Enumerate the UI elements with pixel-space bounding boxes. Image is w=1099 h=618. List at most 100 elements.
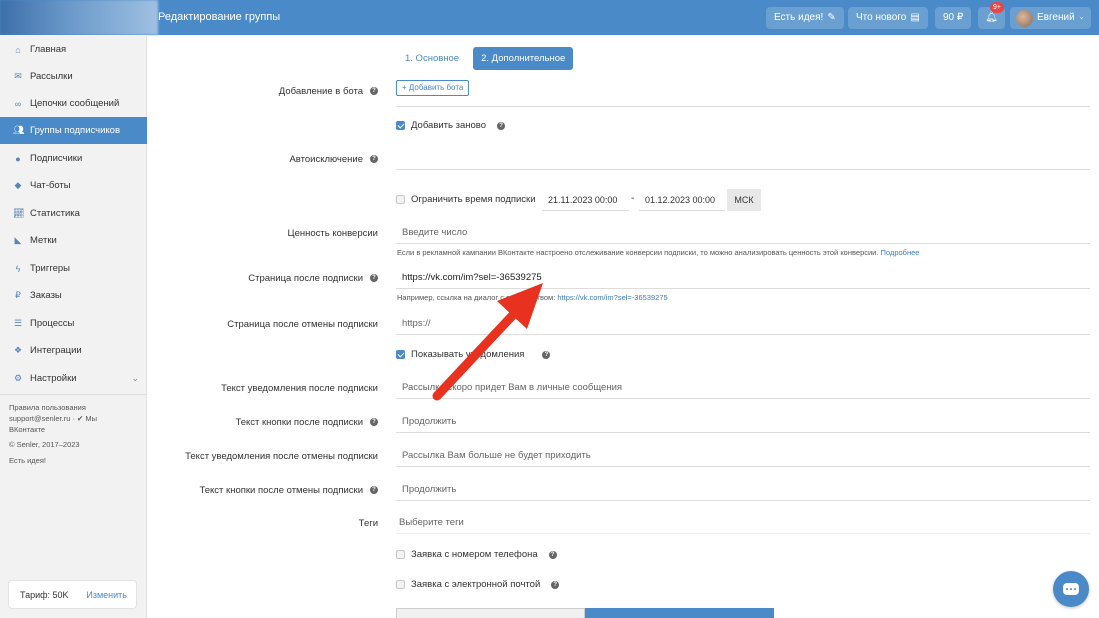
- sidebar-item-label: Интеграции: [30, 345, 82, 356]
- sub-notif-text-label: Текст уведомления после подписки: [221, 383, 378, 394]
- ruble-icon: ₽: [15, 290, 21, 300]
- cubes-icon: ❖: [13, 345, 23, 355]
- balance-button[interactable]: 90 ₽: [935, 7, 972, 29]
- bolt-icon: ϟ: [15, 263, 21, 274]
- idea-button[interactable]: Есть идея! ✎: [766, 7, 844, 29]
- chat-icon: [1063, 583, 1079, 595]
- label-text: Текст кнопки после отмены подписки: [199, 485, 363, 496]
- whats-new-label: Что нового: [856, 12, 907, 23]
- cancel-button[interactable]: [396, 608, 585, 618]
- show-notifications-checkbox[interactable]: [396, 350, 405, 359]
- sidebar-item-label: Цепочки сообщений: [30, 98, 120, 109]
- tab-basic[interactable]: 1. Основное: [397, 47, 467, 70]
- balance-label: 90 ₽: [943, 12, 964, 23]
- sidebar-divider: [0, 394, 147, 395]
- conversion-hint: Если в рекламной кампании ВКонтакте наст…: [397, 248, 919, 257]
- label-text: Страница после подписки: [248, 273, 363, 284]
- whats-new-button[interactable]: Что нового ▤: [848, 7, 928, 29]
- sidebar-item-statistics[interactable]: 📈︎ Статистика: [0, 200, 147, 227]
- sidebar-item-orders[interactable]: ₽ Заказы: [0, 282, 147, 309]
- conversion-more-link[interactable]: Подробнее: [881, 248, 920, 257]
- after-sub-page-hint: Например, ссылка на диалог с сообществом…: [397, 293, 668, 302]
- help-icon[interactable]: ?: [497, 121, 506, 130]
- logo[interactable]: [0, 0, 158, 35]
- show-notifications-label: Показывать уведомления: [411, 349, 525, 360]
- chart-icon: 📈︎: [13, 208, 25, 218]
- users-icon: 👥︎: [13, 125, 25, 135]
- save-button[interactable]: [585, 608, 774, 618]
- sidebar-item-label: Статистика: [30, 208, 80, 219]
- sub-button-text-label: Текст кнопки после подписки?: [0, 417, 378, 428]
- tags-select[interactable]: Выберите теги: [396, 511, 1090, 534]
- help-icon[interactable]: ?: [370, 486, 378, 495]
- after-sub-page-label: Страница после подписки?: [0, 273, 378, 284]
- tariff-label: Тариф: 50K: [20, 589, 69, 600]
- timezone-label[interactable]: МСК: [727, 189, 761, 211]
- phone-request-row[interactable]: Заявка с номером телефона ?: [396, 549, 557, 560]
- newspaper-icon: ▤: [910, 12, 920, 23]
- divider: [396, 106, 1090, 107]
- sidebar-item-home[interactable]: ⌂ Главная: [0, 36, 147, 63]
- notifications-button[interactable]: 🔔︎ 9+: [978, 2, 1005, 29]
- after-unsub-page-input[interactable]: https://: [396, 312, 1090, 335]
- after-sub-page-input[interactable]: https://vk.com/im?sel=-36539275: [396, 266, 1090, 289]
- after-sub-page-hint-text: Например, ссылка на диалог с сообществом…: [397, 293, 556, 302]
- help-icon[interactable]: ?: [542, 350, 551, 359]
- tariff-box: Тариф: 50K Изменить: [8, 580, 137, 609]
- user-menu[interactable]: Евгений ⌄: [1010, 7, 1091, 29]
- sidebar-item-label: Главная: [30, 44, 67, 55]
- link-icon: ∞: [14, 98, 22, 109]
- re-add-checkbox[interactable]: [396, 121, 405, 130]
- auto-exclude-label: Автоисключение?: [0, 154, 378, 165]
- label-text: Добавление в бота: [278, 86, 363, 97]
- help-icon[interactable]: ?: [370, 87, 378, 96]
- form-actions: [396, 608, 774, 618]
- unsub-button-text-label: Текст кнопки после отмены подписки?: [0, 485, 378, 496]
- sidebar-item-label: Заказы: [30, 290, 62, 301]
- conversion-input[interactable]: Введите число: [396, 221, 1090, 244]
- sidebar-item-label: Чат-боты: [30, 180, 71, 191]
- help-icon[interactable]: ?: [370, 274, 378, 283]
- sidebar-item-integrations[interactable]: ❖ Интеграции: [0, 337, 147, 364]
- help-icon[interactable]: ?: [370, 155, 378, 164]
- sub-notif-text-input[interactable]: Рассылка скоро придет Вам в личные сообщ…: [396, 376, 1090, 399]
- idea-label: Есть идея!: [774, 12, 824, 23]
- unsub-notif-text-input[interactable]: Рассылка Вам больше не будет приходить: [396, 444, 1090, 467]
- limit-time-checkbox[interactable]: [396, 195, 405, 204]
- label-text: Текст кнопки после подписки: [235, 417, 363, 428]
- terms-link[interactable]: Правила пользования: [9, 402, 86, 413]
- sub-button-text-input[interactable]: Продолжить: [396, 410, 1090, 433]
- chat-button[interactable]: [1053, 571, 1089, 607]
- help-icon[interactable]: ?: [551, 580, 560, 589]
- date-from-input[interactable]: 21.11.2023 00:00: [542, 189, 629, 211]
- help-icon[interactable]: ?: [370, 418, 378, 427]
- home-icon: ⌂: [15, 44, 21, 55]
- re-add-checkbox-row[interactable]: Добавить заново ?: [396, 120, 506, 131]
- sidebar-item-groups[interactable]: 👥︎ Группы подписчиков: [0, 117, 147, 144]
- sidebar-item-label: Рассылки: [30, 71, 73, 82]
- limit-time-checkbox-row[interactable]: Ограничить время подписки: [396, 194, 536, 205]
- date-separator: -: [631, 193, 635, 204]
- help-icon[interactable]: ?: [548, 550, 557, 559]
- email-request-row[interactable]: Заявка с электронной почтой ?: [396, 579, 560, 590]
- envelope-icon: ✉: [14, 71, 22, 81]
- sidebar-item-chatbots[interactable]: ◆ Чат-боты: [0, 172, 147, 199]
- label-text: Автоисключение: [289, 154, 363, 165]
- email-request-checkbox[interactable]: [396, 580, 405, 589]
- page-title: Редактирование группы: [158, 11, 281, 23]
- add-bot-button[interactable]: + Добавить бота: [396, 80, 470, 96]
- tariff-change-link[interactable]: Изменить: [86, 590, 127, 600]
- copyright: © Senler, 2017–2023: [9, 440, 80, 449]
- show-notifications-row[interactable]: Показывать уведомления ?: [396, 349, 551, 360]
- notifications-badge: 9+: [990, 2, 1004, 13]
- unsub-button-text-input[interactable]: Продолжить: [396, 478, 1090, 501]
- avatar: [1016, 9, 1033, 27]
- date-to-input[interactable]: 01.12.2023 00:00: [639, 189, 725, 211]
- limit-time-checkbox-label: Ограничить время подписки: [411, 194, 536, 205]
- tags-label: Теги: [358, 518, 378, 529]
- phone-request-checkbox[interactable]: [396, 550, 405, 559]
- sidebar-item-label: Группы подписчиков: [30, 125, 120, 136]
- tab-additional[interactable]: 2. Дополнительное: [473, 47, 574, 70]
- after-sub-page-hint-link[interactable]: https://vk.com/im?sel=-36539275: [557, 293, 667, 302]
- user-name: Евгений: [1037, 12, 1075, 23]
